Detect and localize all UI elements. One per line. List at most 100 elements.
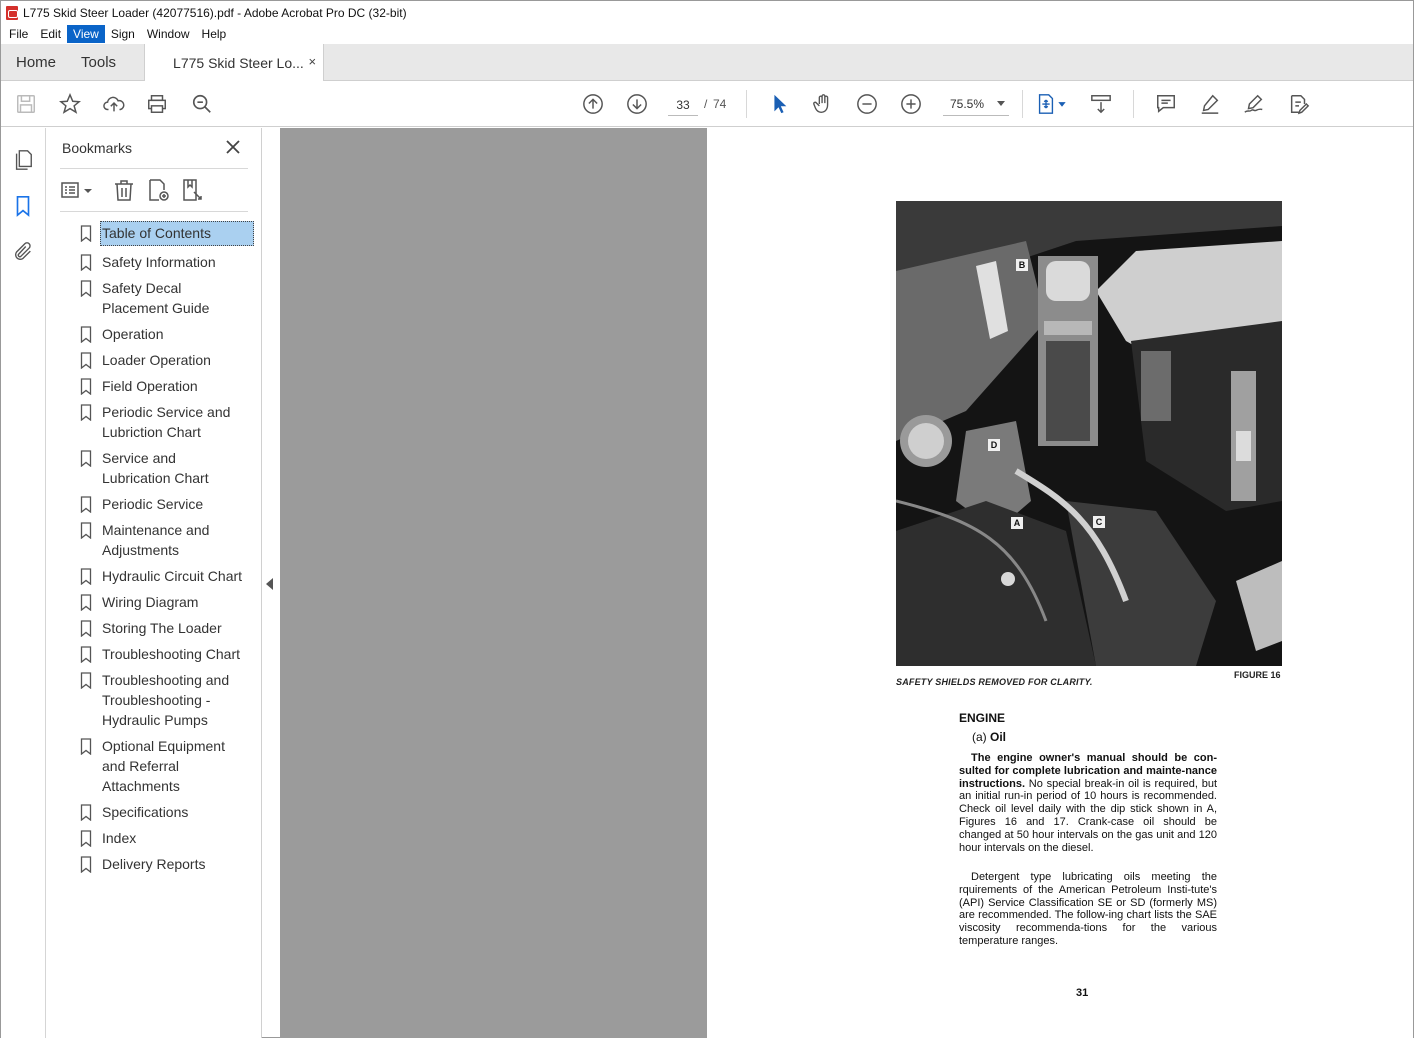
toolbar-divider <box>746 90 747 118</box>
close-tab-icon[interactable]: × <box>308 54 316 69</box>
select-arrow-icon[interactable] <box>767 92 791 116</box>
bookmark-item[interactable]: Delivery Reports <box>76 854 258 874</box>
bookmark-item[interactable]: Troubleshooting and Troubleshooting - Hy… <box>76 670 258 730</box>
bookmark-label: Safety Decal Placement Guide <box>102 280 210 316</box>
menu-view[interactable]: View <box>67 25 105 43</box>
bookmarks-title: Bookmarks <box>62 140 133 156</box>
bookmark-icon <box>80 830 92 847</box>
bookmark-item[interactable]: Field Operation <box>76 376 258 396</box>
comment-icon[interactable] <box>1154 92 1178 116</box>
bookmark-icon <box>80 672 92 689</box>
bookmark-item[interactable]: Operation <box>76 324 258 344</box>
tab-bar: Home Tools L775 Skid Steer Lo... × <box>1 44 1413 81</box>
bookmark-label: Periodic Service <box>102 496 204 512</box>
page-number: 31 <box>1076 987 1089 999</box>
chevron-down-icon[interactable] <box>82 178 94 202</box>
menu-file[interactable]: File <box>3 25 34 43</box>
highlight-icon[interactable] <box>1198 92 1222 116</box>
bookmark-item[interactable]: Storing The Loader <box>76 618 258 638</box>
bookmark-icon <box>80 352 92 369</box>
toolbar-divider <box>1133 90 1134 118</box>
bookmark-label: Operation <box>102 326 164 342</box>
new-bookmark-icon[interactable] <box>146 178 170 202</box>
upload-icon[interactable] <box>102 92 126 116</box>
bookmark-label: Troubleshooting Chart <box>102 646 241 662</box>
bookmark-icon <box>80 496 92 513</box>
bookmark-item[interactable]: Table of Contents <box>76 221 258 246</box>
zoom-search-icon[interactable] <box>190 92 214 116</box>
bookmark-icon <box>80 620 92 637</box>
bookmark-item[interactable]: Safety Information <box>76 252 258 272</box>
zoom-in-icon[interactable] <box>899 92 923 116</box>
bookmark-item[interactable]: Index <box>76 828 258 848</box>
engine-photo: B D A C <box>896 201 1282 666</box>
close-icon[interactable] <box>224 138 242 156</box>
bookmark-icon <box>80 378 92 395</box>
page-up-icon[interactable] <box>581 92 605 116</box>
bookmark-item[interactable]: Safety Decal Placement Guide <box>76 278 258 318</box>
bookmark-label: Specifications <box>102 804 189 820</box>
bookmark-item[interactable]: Wiring Diagram <box>76 592 258 612</box>
bookmark-item[interactable]: Optional Equipment and Referral Attachme… <box>76 736 258 796</box>
menu-sign[interactable]: Sign <box>105 25 141 43</box>
bookmark-label: Index <box>102 830 137 846</box>
bookmark-options-icon[interactable] <box>60 178 84 202</box>
bookmark-label: Wiring Diagram <box>102 594 199 610</box>
bookmark-item[interactable]: Specifications <box>76 802 258 822</box>
sign-icon[interactable] <box>1242 92 1266 116</box>
tab-tools[interactable]: Tools <box>71 44 144 80</box>
tab-home[interactable]: Home <box>1 44 71 80</box>
window-title: L775 Skid Steer Loader (42077516).pdf - … <box>23 5 407 20</box>
page-total: 74 <box>713 97 727 111</box>
tab-document[interactable]: L775 Skid Steer Lo... × <box>144 44 325 81</box>
page-down-icon[interactable] <box>625 92 649 116</box>
zoom-select[interactable]: 75.5% <box>943 92 1009 116</box>
fit-page-dropdown-icon[interactable] <box>1055 92 1069 116</box>
delete-bookmark-icon[interactable] <box>112 178 136 202</box>
acrobat-app-icon <box>6 5 18 20</box>
menu-help[interactable]: Help <box>196 25 233 43</box>
bookmark-label: Service and Lubrication Chart <box>102 450 209 486</box>
acrobat-window: L775 Skid Steer Loader (42077516).pdf - … <box>0 0 1414 1038</box>
page-number-input[interactable] <box>668 94 698 116</box>
zoom-value: 75.5% <box>950 96 985 111</box>
bookmark-item[interactable]: Service and Lubrication Chart <box>76 448 258 488</box>
engine-photo-graphic <box>896 201 1282 666</box>
bookmarks-toolbar <box>60 176 248 204</box>
bookmark-item[interactable]: Loader Operation <box>76 350 258 370</box>
paragraph-2-text: Detergent type lubricating oils meeting … <box>959 871 1217 947</box>
print-icon[interactable] <box>145 92 169 116</box>
document-viewer[interactable]: B D A C SAFETY SHIELDS REMOVED FOR CLARI… <box>280 128 1413 1038</box>
star-icon[interactable] <box>58 92 82 116</box>
bookmark-icon <box>80 568 92 585</box>
bookmark-label: Hydraulic Circuit Chart <box>102 568 243 584</box>
bookmark-item[interactable]: Hydraulic Circuit Chart <box>76 566 258 586</box>
bookmark-tag-icon[interactable] <box>180 178 204 202</box>
bookmark-item[interactable]: Periodic Service <box>76 494 258 514</box>
bookmark-panel-icon[interactable] <box>12 194 34 218</box>
bookmark-item[interactable]: Maintenance and Adjustments <box>76 520 258 560</box>
scroll-mode-icon[interactable] <box>1089 92 1113 116</box>
zoom-out-icon[interactable] <box>855 92 879 116</box>
chevron-down-icon <box>997 101 1005 106</box>
bookmark-icon <box>80 326 92 343</box>
bookmark-item[interactable]: Periodic Service and Lubriction Chart <box>76 402 258 442</box>
page-thumbnails-icon[interactable] <box>12 148 34 172</box>
save-icon[interactable] <box>14 92 38 116</box>
figure-callout-d: D <box>988 439 1000 451</box>
bookmark-icon <box>80 254 92 271</box>
menu-edit[interactable]: Edit <box>34 25 67 43</box>
bookmark-icon <box>80 856 92 873</box>
menu-window[interactable]: Window <box>141 25 196 43</box>
subsection-title: Oil <box>990 730 1007 744</box>
attachment-icon[interactable] <box>12 240 34 264</box>
collapse-panel-icon[interactable] <box>266 578 273 590</box>
edit-pdf-icon[interactable] <box>1287 92 1311 116</box>
bookmark-item[interactable]: Troubleshooting Chart <box>76 644 258 664</box>
bookmark-icon <box>80 280 92 297</box>
bookmark-label: Field Operation <box>102 378 198 394</box>
tab-document-label: L775 Skid Steer Lo... <box>173 54 304 71</box>
divider <box>60 168 248 169</box>
figure-caption: SAFETY SHIELDS REMOVED FOR CLARITY. <box>896 677 1093 687</box>
hand-icon[interactable] <box>811 92 835 116</box>
